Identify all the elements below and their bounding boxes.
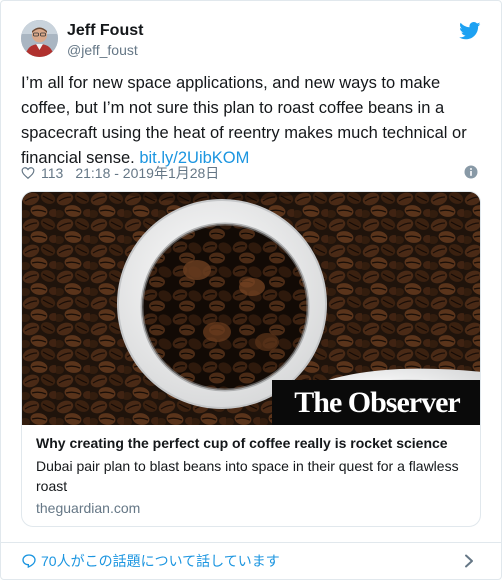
card-title[interactable]: Why creating the perfect cup of coffee r… (36, 435, 448, 451)
tweet-text: I’m all for new space applications, and … (21, 71, 486, 171)
avatar[interactable] (21, 20, 58, 57)
card-image[interactable]: The Observer (22, 192, 480, 425)
chevron-right-icon[interactable] (463, 554, 475, 568)
like-count[interactable]: 113 (41, 165, 63, 181)
card-domain: theguardian.com (36, 500, 141, 516)
embedded-tweet: Jeff Foust @jeff_foust I’m all for new s… (0, 0, 502, 580)
speech-bubble-icon (22, 554, 36, 569)
timestamp[interactable]: 21:18 - 2019年1月28日 (75, 163, 219, 183)
author-name[interactable]: Jeff Foust (67, 22, 143, 40)
heart-icon[interactable] (21, 166, 35, 180)
link-card[interactable]: The Observer Why creating the perfect cu… (21, 191, 481, 527)
footer-divider (1, 542, 501, 543)
observer-logo: The Observer (272, 380, 480, 425)
author-handle[interactable]: @jeff_foust (67, 42, 138, 58)
conversation-label[interactable]: 70人がこの話題について話しています (41, 551, 280, 571)
info-icon[interactable] (464, 165, 478, 179)
twitter-bird-icon[interactable] (459, 22, 481, 40)
card-description: Dubai pair plan to blast beans into spac… (36, 458, 459, 494)
conversation-link[interactable]: 70人がこの話題について話しています (21, 550, 280, 572)
tweet-meta: 113 21:18 - 2019年1月28日 (21, 163, 219, 183)
